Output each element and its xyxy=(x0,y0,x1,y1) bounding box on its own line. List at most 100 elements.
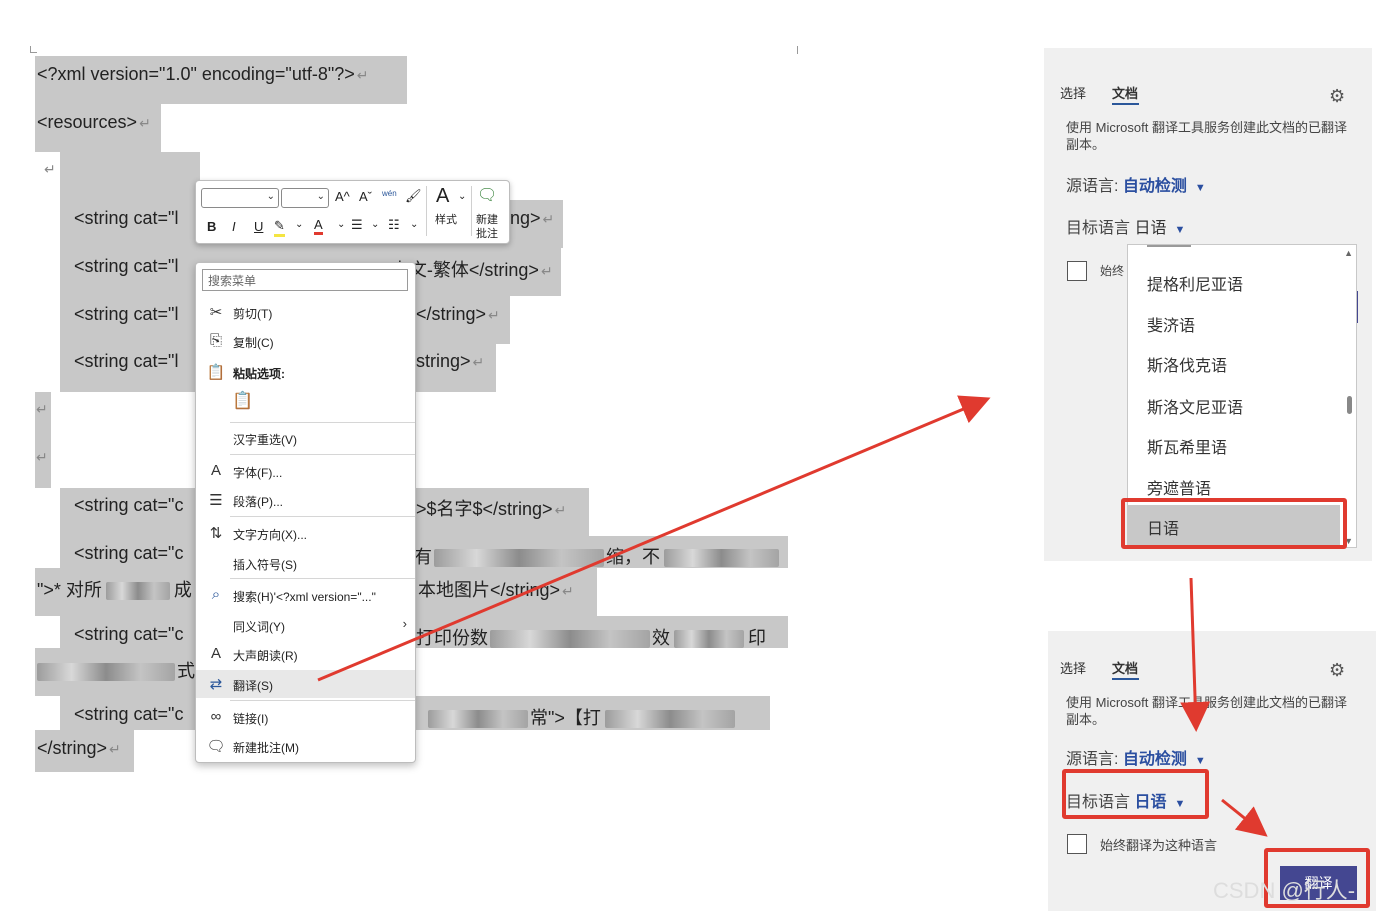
always-translate-label: 始终 xyxy=(1100,264,1125,278)
menu-item-search[interactable]: ⌕ 搜索(H)'<?xml version="..." xyxy=(196,581,415,609)
menu-separator xyxy=(230,516,415,517)
tab-select[interactable]: 选择 xyxy=(1060,83,1086,102)
menu-separator xyxy=(230,700,415,701)
new-comment-label[interactable]: 批注 xyxy=(476,225,498,241)
blurred-text xyxy=(105,582,170,601)
doc-line: string> ↵ xyxy=(416,351,485,371)
menu-item-paragraph[interactable]: ☰ 段落(P)... xyxy=(196,486,415,514)
menu-item-link[interactable]: ∞ 链接(I) xyxy=(196,703,415,731)
blurred-text xyxy=(664,549,779,568)
active-tab-underline xyxy=(1112,103,1139,105)
search-icon: ⌕ xyxy=(211,586,221,603)
read-aloud-icon: A xyxy=(210,645,221,662)
numbering-icon[interactable]: ☷ xyxy=(388,217,400,233)
underline-button[interactable]: U xyxy=(254,219,263,234)
menu-item-new-comment[interactable]: 🗨 新建批注(M) xyxy=(196,732,415,760)
doc-line: <string cat="c xyxy=(74,704,184,724)
menu-search-input[interactable]: 搜索菜单 xyxy=(202,269,408,291)
watermark: CSDN @行人- xyxy=(1213,878,1356,903)
toolbar-separator xyxy=(426,186,427,236)
menu-separator xyxy=(230,422,415,423)
italic-button[interactable]: I xyxy=(232,219,236,234)
tab-document[interactable]: 文档 xyxy=(1112,83,1138,102)
always-translate-checkbox[interactable] xyxy=(1067,834,1087,854)
gear-icon[interactable]: ⚙ xyxy=(1329,86,1345,107)
phonetic-guide-button[interactable]: wén xyxy=(382,189,397,198)
menu-item-read-aloud[interactable]: A 大声朗读(R) xyxy=(196,640,415,668)
scrollbar-up-icon[interactable]: ▲ xyxy=(1344,248,1353,258)
new-comment-icon[interactable]: 🗨 xyxy=(477,185,497,205)
numbering-dropdown-icon[interactable]: ⌄ xyxy=(410,219,418,230)
menu-separator xyxy=(230,578,415,579)
menu-item-paste-options: 📋 粘贴选项: xyxy=(206,364,285,381)
bullets-icon[interactable]: ☰ xyxy=(351,217,363,233)
doc-line: 本地图片</string> ↵ xyxy=(418,580,574,600)
paragraph-icon: ☰ xyxy=(209,492,223,509)
dropdown-item[interactable]: 斯瓦希里语 xyxy=(1128,424,1340,464)
doc-line: <string cat="c xyxy=(74,543,184,563)
format-painter-icon[interactable]: 🖌 xyxy=(405,188,422,204)
context-menu: 搜索菜单 ✂ 剪切(T) ⎘ 复制(C) 📋 粘贴选项: 📋 汉字重选(V) A 字体(… xyxy=(195,262,416,763)
panel-description: 使用 Microsoft 翻译工具服务创建此文档的已翻译副本。 xyxy=(1066,120,1347,152)
blurred-text xyxy=(674,630,744,649)
doc-line: >$名字$</string> ↵ xyxy=(416,499,567,519)
doc-line: 式 xyxy=(37,657,195,683)
link-icon: ∞ xyxy=(210,708,222,725)
always-translate-checkbox[interactable] xyxy=(1067,261,1087,281)
shrink-font-button[interactable]: Aˇ xyxy=(359,189,372,204)
dropdown-item[interactable]: 提格利尼亚语 xyxy=(1128,261,1340,301)
doc-line: <resources> ↵ xyxy=(37,112,151,132)
font-name-combo[interactable]: ⌄ xyxy=(201,188,279,208)
dropdown-item[interactable]: 斯洛伐克语 xyxy=(1128,342,1340,382)
chevron-down-icon: ▼ xyxy=(1194,755,1206,767)
menu-item-text-direction[interactable]: ⇅ 文字方向(X)... xyxy=(196,519,415,547)
styles-dropdown-icon[interactable]: ⌄ xyxy=(458,191,466,202)
highlight-icon[interactable]: ✎ xyxy=(274,218,285,237)
bold-button[interactable]: B xyxy=(207,219,216,234)
doc-line: </string> ↵ xyxy=(37,738,121,758)
doc-line: <?xml version="1.0" encoding="utf-8"?> ↵ xyxy=(37,64,369,84)
doc-line: <string cat="l xyxy=(74,351,179,371)
font-icon: A xyxy=(210,462,221,479)
font-color-button[interactable]: A xyxy=(314,217,323,235)
bullets-dropdown-icon[interactable]: ⌄ xyxy=(371,219,379,230)
menu-item-reconvert[interactable]: 汉字重选(V) xyxy=(196,424,415,452)
highlight-dropdown-icon[interactable]: ⌄ xyxy=(295,219,303,230)
annotation-box-selected-language xyxy=(1121,498,1347,549)
comment-icon: 🗨 xyxy=(206,738,226,755)
blurred-text xyxy=(37,663,175,682)
menu-item-synonyms[interactable]: 同义词(Y) › xyxy=(196,611,415,639)
menu-item-copy[interactable]: ⎘ 复制(C) xyxy=(196,327,415,355)
blurred-text xyxy=(428,710,528,729)
font-size-combo[interactable]: ⌄ xyxy=(281,188,329,208)
doc-line: ↵ xyxy=(44,161,56,177)
paste-keep-text-icon[interactable]: 📋 xyxy=(232,391,253,411)
menu-item-cut[interactable]: ✂ 剪切(T) xyxy=(196,298,415,326)
gear-icon[interactable]: ⚙ xyxy=(1329,660,1345,681)
tab-select[interactable]: 选择 xyxy=(1060,658,1086,677)
blurred-text xyxy=(490,630,650,649)
grow-font-button[interactable]: A^ xyxy=(335,189,350,204)
dropdown-item[interactable]: 斐济语 xyxy=(1128,302,1340,342)
font-color-dropdown-icon[interactable]: ⌄ xyxy=(337,219,345,230)
styles-label[interactable]: 样式 xyxy=(435,211,457,227)
tab-document[interactable]: 文档 xyxy=(1112,658,1138,677)
styles-icon[interactable]: A xyxy=(436,185,449,208)
dropdown-item[interactable]: 斯洛文尼亚语 xyxy=(1128,384,1340,424)
target-language-row[interactable]: 目标语言 日语 ▼ xyxy=(1066,214,1185,238)
annotation-box-target-language xyxy=(1062,769,1209,819)
doc-line: 有缩，不 xyxy=(414,543,779,569)
menu-item-font[interactable]: A 字体(F)... xyxy=(196,457,415,485)
scrollbar-thumb[interactable] xyxy=(1347,396,1352,414)
doc-line: ↵ xyxy=(36,449,48,465)
doc-line: 常">【打 xyxy=(428,704,735,730)
dropdown-item-partial xyxy=(1147,245,1207,247)
page-corner-mark xyxy=(30,46,37,53)
menu-item-insert-symbol[interactable]: 插入符号(S) xyxy=(196,549,415,577)
source-language-row[interactable]: 源语言: 自动检测 ▼ xyxy=(1066,745,1206,769)
doc-line: </string> ↵ xyxy=(416,304,500,324)
menu-item-translate[interactable]: ⇄ 翻译(S) xyxy=(196,670,415,698)
scissors-icon: ✂ xyxy=(209,304,223,321)
submenu-arrow-icon: › xyxy=(402,616,407,631)
source-language-row[interactable]: 源语言: 自动检测 ▼ xyxy=(1066,172,1206,196)
